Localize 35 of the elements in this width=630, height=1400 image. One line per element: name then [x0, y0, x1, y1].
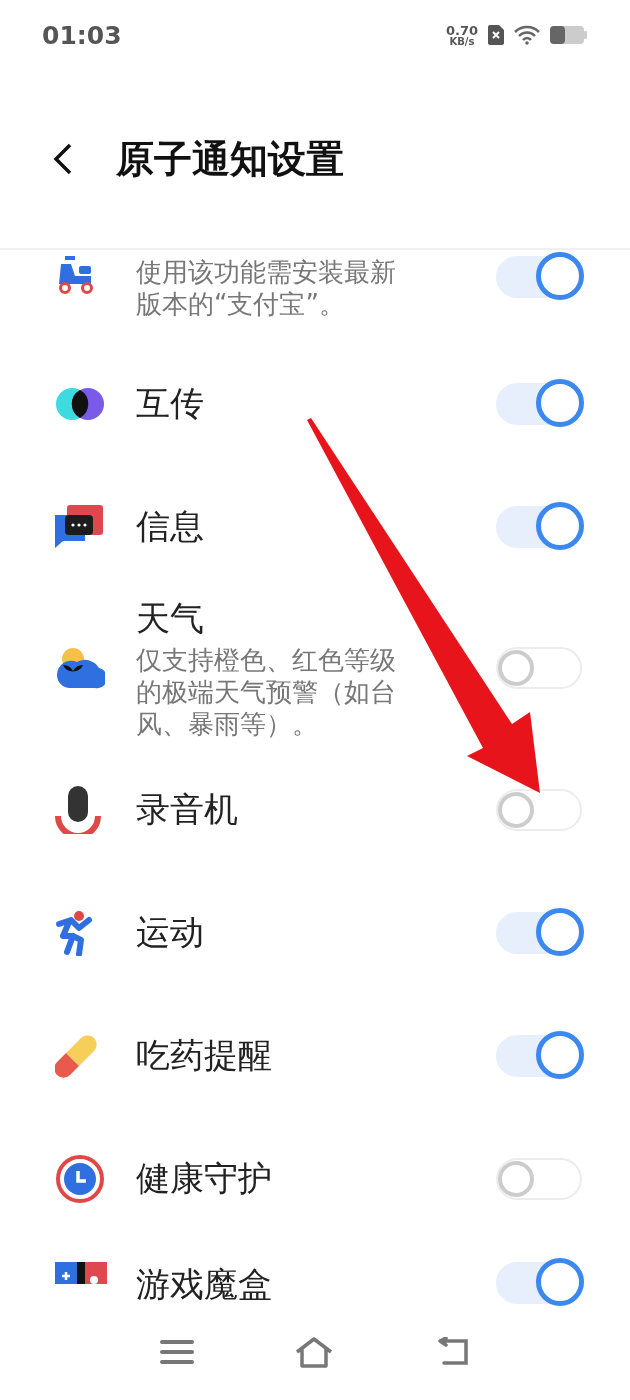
- toggle-switch[interactable]: [496, 788, 582, 831]
- overlap-circles-icon: [55, 386, 105, 421]
- item-title: 信息: [136, 504, 205, 548]
- microphone-icon: [55, 785, 101, 834]
- item-title: 吃药提醒: [136, 1033, 273, 1077]
- toggle-switch[interactable]: [496, 505, 582, 548]
- toggle-switch[interactable]: [496, 1157, 582, 1200]
- item-title: 天气: [136, 597, 205, 640]
- item-title: 健康守护: [136, 1156, 273, 1200]
- item-title: 录音机: [136, 787, 239, 831]
- menu-icon[interactable]: [160, 1339, 194, 1365]
- sim-card-icon: [488, 25, 504, 45]
- runner-icon: [55, 909, 95, 956]
- home-icon[interactable]: [294, 1336, 334, 1368]
- wifi-icon: [514, 25, 540, 45]
- item-title: 运动: [136, 910, 205, 954]
- page-title: 原子通知设置: [116, 135, 344, 183]
- chat-bubble-icon: [55, 504, 103, 549]
- item-description: 使用该功能需安装最新版本的“支付宝”。: [136, 256, 397, 320]
- network-speed-unit: KB/s: [449, 36, 475, 47]
- game-box-icon: [55, 1262, 107, 1284]
- toggle-switch[interactable]: [496, 382, 582, 425]
- toggle-switch[interactable]: [496, 911, 582, 954]
- pill-icon: [55, 1033, 97, 1078]
- clock-icon: [55, 1153, 105, 1204]
- back-icon[interactable]: [52, 142, 74, 176]
- item-description: 仅支持橙色、红色等级的极端天气预警（如台风、暴雨等）。: [136, 644, 397, 740]
- battery-icon: [550, 25, 588, 45]
- network-speed-value: 0.70: [445, 23, 478, 37]
- toggle-switch[interactable]: [496, 647, 582, 689]
- cloud-sun-icon: [55, 647, 105, 689]
- item-title: 游戏魔盒: [136, 1263, 273, 1306]
- status-time: 01:03: [42, 20, 122, 50]
- item-title: 互传: [136, 381, 205, 425]
- toggle-switch[interactable]: [496, 1034, 582, 1077]
